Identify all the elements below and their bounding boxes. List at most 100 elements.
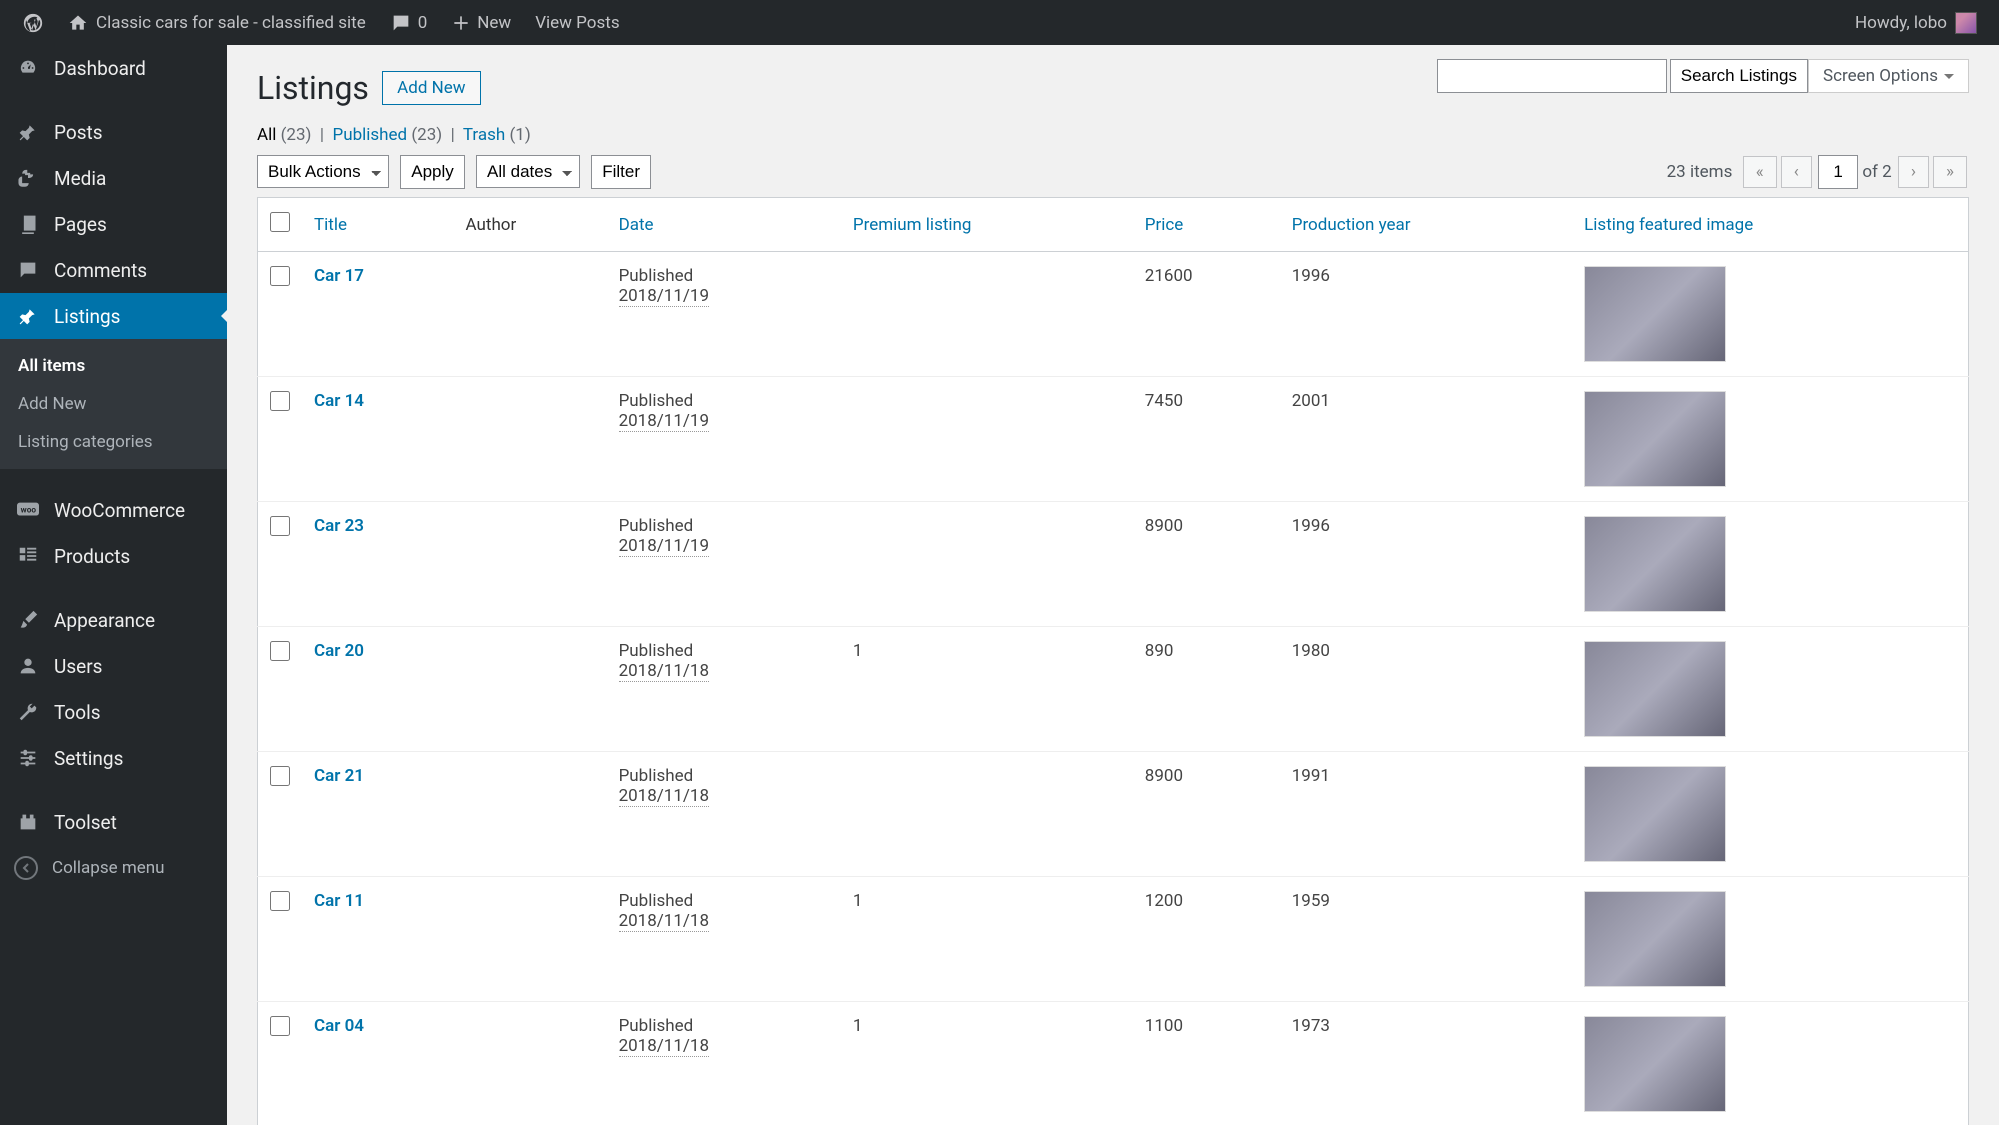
settings-icon bbox=[16, 746, 40, 770]
menu-posts[interactable]: Posts bbox=[0, 109, 227, 155]
menu-comments[interactable]: Comments bbox=[0, 247, 227, 293]
menu-media[interactable]: Media bbox=[0, 155, 227, 201]
table-row: Car 11Published2018/11/18112001959 bbox=[258, 877, 1969, 1002]
submenu-listings: All items Add New Listing categories bbox=[0, 339, 227, 469]
row-checkbox[interactable] bbox=[270, 641, 290, 661]
thumbnail-image bbox=[1584, 391, 1726, 487]
brush-icon bbox=[16, 608, 40, 632]
row-title-link[interactable]: Car 20 bbox=[314, 641, 364, 661]
next-page-button[interactable]: › bbox=[1898, 156, 1929, 188]
search-button[interactable]: Search Listings bbox=[1670, 59, 1808, 93]
filter-button[interactable]: Filter bbox=[591, 155, 651, 189]
comments-link[interactable]: 0 bbox=[378, 0, 440, 45]
menu-appearance[interactable]: Appearance bbox=[0, 597, 227, 643]
row-author bbox=[454, 1002, 607, 1125]
search-input[interactable] bbox=[1437, 59, 1667, 93]
select-all-header bbox=[258, 198, 303, 252]
comment-icon bbox=[16, 258, 40, 282]
menu-pages[interactable]: Pages bbox=[0, 201, 227, 247]
row-title-link[interactable]: Car 14 bbox=[314, 391, 364, 411]
table-row: Car 17Published2018/11/19216001996 bbox=[258, 252, 1969, 377]
view-posts-link[interactable]: View Posts bbox=[523, 0, 631, 45]
submenu-categories[interactable]: Listing categories bbox=[0, 423, 227, 461]
col-image[interactable]: Listing featured image bbox=[1572, 198, 1968, 252]
submenu-all-items[interactable]: All items bbox=[0, 347, 227, 385]
menu-dashboard[interactable]: Dashboard bbox=[0, 45, 227, 91]
prev-page-button[interactable]: ‹ bbox=[1781, 156, 1812, 188]
row-date: Published2018/11/18 bbox=[607, 1002, 841, 1125]
row-title-link[interactable]: Car 21 bbox=[314, 766, 364, 786]
row-checkbox[interactable] bbox=[270, 516, 290, 536]
woo-icon: woo bbox=[16, 498, 40, 522]
row-image bbox=[1572, 252, 1968, 377]
row-checkbox[interactable] bbox=[270, 1016, 290, 1036]
menu-users[interactable]: Users bbox=[0, 643, 227, 689]
row-image bbox=[1572, 877, 1968, 1002]
first-page-button[interactable]: « bbox=[1743, 156, 1777, 188]
row-image bbox=[1572, 502, 1968, 627]
pages-icon bbox=[16, 212, 40, 236]
howdy-link[interactable]: Howdy, lobo bbox=[1843, 12, 1989, 34]
collapse-icon bbox=[14, 856, 38, 880]
row-title-link[interactable]: Car 11 bbox=[314, 891, 364, 911]
filter-published[interactable]: Published bbox=[332, 125, 407, 145]
submenu-add-new[interactable]: Add New bbox=[0, 385, 227, 423]
menu-settings[interactable]: Settings bbox=[0, 735, 227, 781]
row-year: 1996 bbox=[1280, 502, 1572, 627]
col-author[interactable]: Author bbox=[454, 198, 607, 252]
filter-all[interactable]: All bbox=[257, 125, 276, 145]
row-author bbox=[454, 877, 607, 1002]
avatar bbox=[1955, 12, 1977, 34]
row-author bbox=[454, 377, 607, 502]
col-price[interactable]: Price bbox=[1133, 198, 1280, 252]
row-premium bbox=[841, 377, 1133, 502]
menu-listings[interactable]: Listings bbox=[0, 293, 227, 339]
row-author bbox=[454, 627, 607, 752]
caret-down-icon bbox=[1944, 74, 1954, 84]
table-row: Car 23Published2018/11/1989001996 bbox=[258, 502, 1969, 627]
current-page-input[interactable] bbox=[1818, 155, 1858, 189]
row-date: Published2018/11/18 bbox=[607, 752, 841, 877]
menu-woocommerce[interactable]: wooWooCommerce bbox=[0, 487, 227, 533]
row-image bbox=[1572, 377, 1968, 502]
row-checkbox[interactable] bbox=[270, 891, 290, 911]
row-premium: 1 bbox=[841, 1002, 1133, 1125]
row-price: 8900 bbox=[1133, 752, 1280, 877]
items-count: 23 items bbox=[1667, 162, 1733, 182]
row-title-link[interactable]: Car 23 bbox=[314, 516, 364, 536]
add-new-button[interactable]: Add New bbox=[382, 71, 480, 105]
site-link[interactable]: Classic cars for sale - classified site bbox=[56, 0, 378, 45]
table-row: Car 20Published2018/11/1818901980 bbox=[258, 627, 1969, 752]
row-date: Published2018/11/19 bbox=[607, 252, 841, 377]
row-date: Published2018/11/19 bbox=[607, 377, 841, 502]
col-year[interactable]: Production year bbox=[1280, 198, 1572, 252]
admin-menu: Dashboard Posts Media Pages Comments Lis… bbox=[0, 45, 227, 1125]
row-checkbox[interactable] bbox=[270, 391, 290, 411]
wp-logo[interactable] bbox=[10, 0, 56, 45]
col-date[interactable]: Date bbox=[607, 198, 841, 252]
filter-trash[interactable]: Trash bbox=[463, 125, 505, 145]
select-all-checkbox[interactable] bbox=[270, 212, 290, 232]
menu-products[interactable]: Products bbox=[0, 533, 227, 579]
date-filter-select[interactable]: All dates bbox=[476, 155, 580, 188]
page-title: Listings bbox=[257, 69, 369, 107]
bulk-actions-select[interactable]: Bulk Actions bbox=[257, 155, 389, 188]
menu-toolset[interactable]: Toolset bbox=[0, 799, 227, 845]
menu-tools[interactable]: Tools bbox=[0, 689, 227, 735]
last-page-button[interactable]: » bbox=[1933, 156, 1967, 188]
screen-options-button[interactable]: Screen Options bbox=[1808, 59, 1969, 93]
col-title[interactable]: Title bbox=[302, 198, 454, 252]
new-link[interactable]: New bbox=[439, 0, 523, 45]
tablenav-top: Bulk Actions Apply All dates Filter 23 i… bbox=[257, 155, 1969, 189]
row-price: 1100 bbox=[1133, 1002, 1280, 1125]
collapse-menu[interactable]: Collapse menu bbox=[0, 845, 227, 891]
row-title-link[interactable]: Car 04 bbox=[314, 1016, 364, 1036]
col-premium[interactable]: Premium listing bbox=[841, 198, 1133, 252]
row-checkbox[interactable] bbox=[270, 266, 290, 286]
row-checkbox[interactable] bbox=[270, 766, 290, 786]
thumbnail-image bbox=[1584, 516, 1726, 612]
svg-text:woo: woo bbox=[21, 506, 37, 516]
row-title-link[interactable]: Car 17 bbox=[314, 266, 364, 286]
apply-button[interactable]: Apply bbox=[400, 155, 465, 189]
row-price: 890 bbox=[1133, 627, 1280, 752]
